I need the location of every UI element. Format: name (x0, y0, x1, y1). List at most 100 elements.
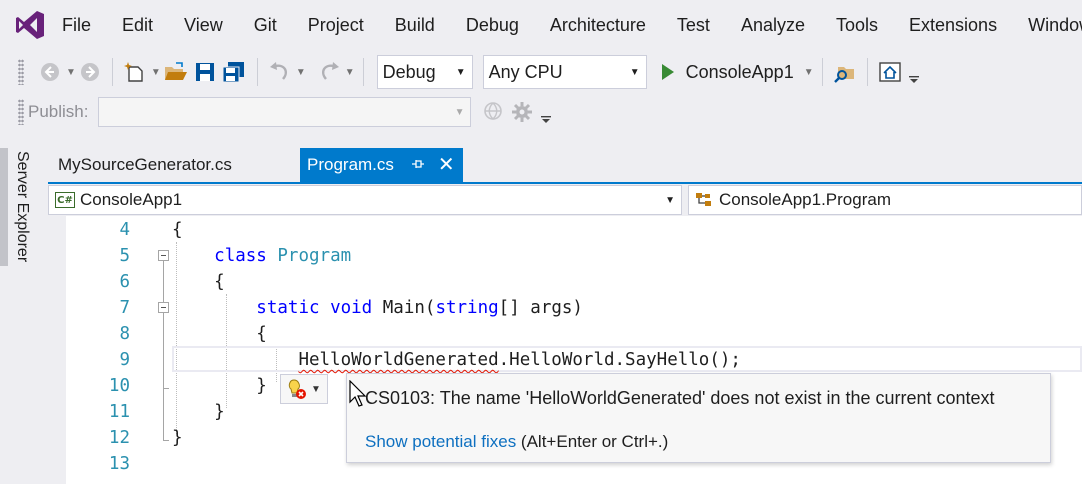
code-text: { (172, 220, 183, 240)
toolbar-separator (111, 58, 113, 86)
publish-toolbar: Publish: ▼ (0, 93, 1082, 131)
server-explorer-tab[interactable]: Server Explorer (10, 148, 34, 266)
publish-profile-select[interactable]: ▼ (98, 97, 472, 127)
chevron-down-icon: ▼ (629, 66, 640, 78)
gear-icon (512, 102, 533, 122)
side-tab-indicator (0, 148, 8, 266)
line-number: 12 (108, 428, 130, 448)
error-squiggle[interactable]: HelloWorldGenerated (298, 350, 498, 370)
close-icon[interactable]: ✕ (438, 155, 455, 175)
redo-dropdown-caret[interactable]: ▼ (345, 67, 355, 78)
navigate-back-button[interactable] (39, 58, 61, 86)
toolbar-separator (821, 58, 823, 86)
back-dropdown-caret[interactable]: ▼ (66, 67, 76, 78)
menu-architecture[interactable]: Architecture (534, 0, 661, 50)
save-all-button[interactable] (222, 58, 246, 86)
menu-window[interactable]: Window (1013, 0, 1082, 50)
menu-project[interactable]: Project (292, 0, 379, 50)
toolbar-overflow-button[interactable] (907, 58, 921, 86)
fix-row: Show potential fixes (Alt+Enter or Ctrl+… (365, 432, 668, 452)
toolbar-grip[interactable] (18, 99, 24, 125)
new-item-dropdown-caret[interactable]: ▼ (151, 67, 161, 78)
tab-mysourcegenerator[interactable]: MySourceGenerator.cs (48, 148, 300, 182)
publish-label: Publish: (28, 102, 89, 121)
solution-platform-select[interactable]: Any CPU ▼ (482, 55, 647, 89)
menu-tools[interactable]: Tools (820, 0, 893, 50)
find-in-files-button[interactable] (833, 58, 856, 86)
code-line: 5 class Program (48, 243, 1082, 269)
save-icon (195, 63, 214, 81)
code-text: { (214, 272, 225, 292)
save-all-icon (222, 62, 244, 83)
redo-button[interactable] (318, 58, 340, 86)
new-project-button[interactable] (123, 58, 146, 86)
tab-program[interactable]: Program.cs ✕ (300, 148, 463, 182)
error-lightbulb-icon (288, 379, 307, 399)
type-select[interactable]: ConsoleApp1.Program (688, 185, 1082, 215)
csharp-project-icon: C# (55, 192, 75, 208)
toolbar-grip[interactable] (18, 59, 24, 85)
menu-extensions[interactable]: Extensions (894, 0, 1013, 50)
code-text: } (172, 428, 183, 448)
chevron-down-icon: ▼ (454, 106, 465, 118)
configuration-value: Debug (382, 61, 436, 82)
globe-icon (484, 102, 503, 120)
menu-analyze[interactable]: Analyze (725, 0, 820, 50)
collapse-toggle[interactable] (158, 250, 169, 261)
start-debugging-button[interactable]: ConsoleApp1 (661, 62, 794, 83)
navigate-forward-button[interactable] (79, 58, 101, 86)
open-file-button[interactable] (164, 58, 188, 86)
fix-shortcut: (Alt+Enter or Ctrl+.) (516, 432, 669, 451)
code-line: 4 { (48, 217, 1082, 243)
line-number: 8 (119, 324, 130, 344)
line-number: 6 (119, 272, 130, 292)
browser-link-button[interactable] (878, 58, 901, 86)
undo-icon (269, 62, 287, 80)
menu-debug[interactable]: Debug (450, 0, 534, 50)
redo-icon (321, 62, 339, 80)
toolbar-separator (256, 58, 258, 86)
save-button[interactable] (194, 58, 216, 86)
error-message: CS0103: The name 'HelloWorldGenerated' d… (365, 388, 995, 408)
line-number: 7 (119, 298, 130, 318)
menu-file[interactable]: File (62, 0, 107, 50)
pin-icon[interactable] (411, 158, 424, 173)
visual-studio-logo-icon[interactable] (14, 8, 46, 42)
standard-toolbar: ▼ ▼ ▼ ▼ Debug ▼ Any CPU ▼ ConsoleApp1 ▼ (0, 53, 1082, 91)
menu-test[interactable]: Test (661, 0, 725, 50)
code-text: HelloWorldGenerated.HelloWorld.SayHello(… (298, 350, 741, 370)
startup-dropdown-caret[interactable]: ▼ (804, 67, 814, 78)
code-text: class Program (214, 246, 352, 266)
line-number: 5 (119, 246, 130, 266)
menu-git[interactable]: Git (238, 0, 292, 50)
toolbar-separator (362, 58, 364, 86)
project-select[interactable]: C# ConsoleApp1 ▼ (48, 185, 682, 215)
collapse-toggle[interactable] (158, 302, 169, 313)
line-number: 9 (119, 350, 130, 370)
platform-value: Any CPU (488, 61, 563, 82)
toolbar-overflow-button[interactable] (539, 98, 553, 126)
publish-web-button[interactable] (483, 98, 505, 126)
publish-settings-button[interactable] (511, 98, 533, 126)
menu-view[interactable]: View (169, 0, 239, 50)
code-text: static void Main(string[] args) (256, 298, 583, 318)
chevron-down-icon: ▼ (311, 383, 321, 395)
menu-build[interactable]: Build (379, 0, 450, 50)
undo-dropdown-caret[interactable]: ▼ (296, 67, 306, 78)
navigation-bar: C# ConsoleApp1 ▼ ConsoleApp1.Program (48, 184, 1082, 216)
overflow-chevron-icon (541, 116, 552, 123)
home-window-icon (878, 62, 901, 82)
solution-configuration-select[interactable]: Debug ▼ (376, 55, 473, 89)
menu-edit[interactable]: Edit (107, 0, 169, 50)
undo-button[interactable] (269, 58, 291, 86)
side-tool-strip: Server Explorer (0, 140, 36, 484)
document-tabs: MySourceGenerator.cs Program.cs ✕ (48, 148, 463, 182)
search-folder-icon (833, 67, 854, 83)
show-potential-fixes-link[interactable]: Show potential fixes (365, 432, 516, 451)
back-arrow-icon (41, 63, 59, 81)
play-icon (661, 64, 674, 80)
code-line: 6 { (48, 269, 1082, 295)
chevron-down-icon: ▼ (665, 194, 675, 206)
code-text: } (214, 402, 225, 422)
quick-actions-button[interactable]: ▼ (280, 374, 328, 404)
